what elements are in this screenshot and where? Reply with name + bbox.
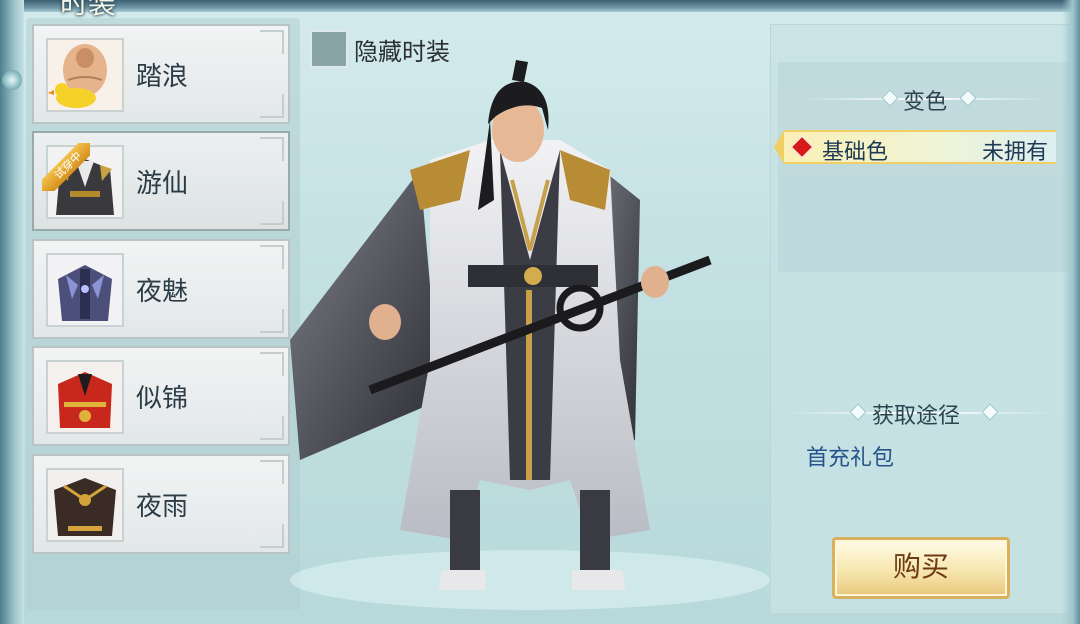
color-section-title: 变色 (903, 90, 948, 115)
color-option-base[interactable]: 基础色 未拥有 (774, 130, 1056, 165)
character-preview[interactable] (290, 60, 770, 620)
corner-ornament (260, 137, 284, 161)
corner-ornament (260, 416, 284, 440)
acquire-section-title: 获取途径 (872, 404, 961, 429)
costume-item-label: 似锦 (136, 384, 189, 414)
costume-item-yemei[interactable]: 夜魅 (32, 239, 290, 339)
acquire-method-link[interactable]: 首充礼包 (806, 440, 894, 472)
red-robe-costume-icon (46, 360, 124, 434)
corner-ornament (260, 30, 284, 54)
swim-ring-costume-icon (46, 38, 124, 112)
dark-cloak-costume-icon (46, 468, 124, 542)
costume-item-label: 游仙 (136, 169, 189, 199)
night-armor-costume-icon (46, 253, 124, 327)
trial-badge-label: 试穿中 (42, 143, 90, 191)
costume-item-sijin[interactable]: 似锦 (32, 346, 290, 446)
trial-badge: 试穿中 (42, 143, 90, 191)
corner-ornament (260, 309, 284, 333)
corner-ornament (260, 94, 284, 118)
corner-ornament (260, 201, 284, 225)
costume-item-label: 夜魅 (136, 277, 189, 307)
corner-ornament (260, 524, 284, 548)
corner-ornament (260, 460, 284, 484)
color-option-status: 未拥有 (981, 140, 1048, 165)
costume-item-youxian[interactable]: 试穿中 游仙 (32, 131, 290, 231)
costume-item-yeyu[interactable]: 夜雨 (32, 454, 290, 554)
frame-orb-icon (2, 70, 22, 90)
red-diamond-icon (790, 135, 814, 159)
corner-ornament (260, 352, 284, 376)
buy-button[interactable]: 购买 (832, 537, 1010, 599)
costume-item-label: 踏浪 (136, 62, 189, 92)
window-top-border (0, 0, 1080, 12)
costume-item-talang[interactable]: 踏浪 (32, 24, 290, 124)
costume-item-label: 夜雨 (136, 492, 189, 522)
left-frame-decoration (0, 0, 24, 624)
corner-ornament (260, 245, 284, 269)
color-option-name: 基础色 (822, 140, 889, 165)
right-frame-decoration (1062, 0, 1080, 624)
